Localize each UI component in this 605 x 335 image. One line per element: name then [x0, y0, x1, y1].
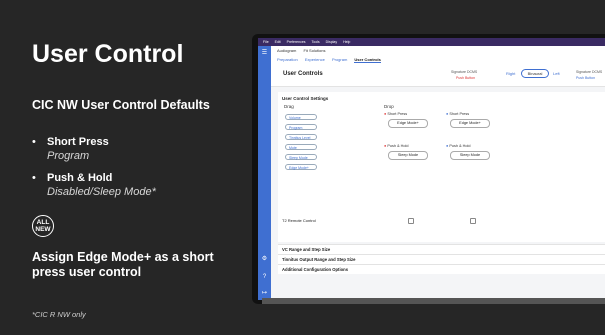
menu-item-edit[interactable]: Edit	[275, 40, 281, 44]
section-tinnitus-output-range[interactable]: Tinnitus Output Range and Step Size	[278, 254, 605, 264]
badge-line-1: ALL	[36, 219, 50, 226]
nav-preparation[interactable]: Preparation	[277, 57, 298, 62]
user-control-settings-panel: User Control Settings Drag Drop Volume P…	[278, 92, 605, 242]
slot-label: Push & Hold	[387, 144, 409, 148]
slide-title: User Control	[32, 40, 184, 68]
left-ear-label[interactable]: Left	[553, 71, 560, 76]
tab-fit-solutions[interactable]: Fit Solutions	[303, 48, 325, 53]
menu-item-display[interactable]: Display	[326, 40, 337, 44]
program-name-right: Signature DCMS	[451, 70, 478, 74]
program-name-left: Signature DCMS	[576, 70, 603, 74]
section-vc-range[interactable]: VC Range and Step Size	[278, 244, 605, 254]
binaural-toggle[interactable]: Binaural	[521, 69, 549, 78]
left-push-hold-select[interactable]: Sleep Mode	[450, 151, 490, 160]
right-push-hold-slot: ● Push & Hold	[384, 144, 408, 148]
right-marker-icon: ●	[384, 144, 387, 148]
help-icon[interactable]: ?	[261, 274, 268, 281]
slot-label: Short Press	[387, 112, 408, 116]
drag-chip-program[interactable]: Program	[285, 124, 317, 130]
left-push-hold-slot: ● Push & Hold	[446, 144, 470, 148]
nav-user-controls[interactable]: User Controls	[354, 57, 381, 63]
t2-right-checkbox[interactable]	[408, 218, 414, 224]
page-title: User Controls	[283, 71, 323, 77]
bullet-value: Disabled/Sleep Mode*	[47, 186, 156, 198]
drag-label: Drag	[284, 104, 294, 109]
app-menubar: File Edit Preferences Tools Display Help	[258, 38, 605, 46]
right-ear-label[interactable]: Right	[506, 71, 515, 76]
badge-line-2: NEW	[35, 226, 51, 233]
panel-title: User Control Settings	[282, 96, 329, 101]
laptop-screen: File Edit Preferences Tools Display Help…	[258, 38, 605, 300]
program-status-left: Push Button	[576, 76, 596, 80]
slot-label: Short Press	[449, 112, 470, 116]
bullet-label: Push & Hold	[47, 172, 113, 184]
menu-item-tools[interactable]: Tools	[312, 40, 320, 44]
bullet-label: Short Press	[47, 136, 109, 148]
drop-label: Drop	[384, 104, 394, 109]
right-short-press-slot: ● Short Press	[384, 112, 407, 116]
assign-edge-mode-text: Assign Edge Mode+ as a short press user …	[32, 250, 214, 279]
bullet-dot: •	[32, 136, 36, 148]
all-new-badge: ALL NEW	[32, 215, 54, 237]
nav-program[interactable]: Program	[332, 57, 347, 62]
menu-item-help[interactable]: Help	[343, 40, 350, 44]
menu-item-preferences[interactable]: Preferences	[287, 40, 306, 44]
left-short-press-slot: ● Short Press	[446, 112, 469, 116]
t2-remote-control-label: T2 Remote Control	[282, 218, 316, 223]
laptop-base	[262, 298, 605, 304]
slide-text-column: User Control CIC NW User Control Default…	[32, 0, 242, 335]
settings-icon[interactable]: ⚙	[261, 256, 268, 263]
program-status-right: Push Button	[456, 76, 476, 80]
drag-chip-volume[interactable]: Volume	[285, 114, 317, 120]
exit-icon[interactable]: ↦	[261, 290, 268, 297]
top-tab-row: Audiogram Fit Solutions	[271, 46, 605, 55]
bullet-dot: •	[32, 172, 36, 184]
drag-chip-tinnitus-level[interactable]: Tinnitus Level	[285, 134, 317, 140]
tab-audiogram[interactable]: Audiogram	[277, 48, 296, 53]
user-controls-header: User Controls Signature DCMS Push Button…	[271, 64, 605, 87]
footnote: *CIC R NW only	[32, 310, 86, 319]
app-sidebar: ☰ ⚙ ? ↦	[258, 46, 271, 300]
right-push-hold-select[interactable]: Sleep Mode	[388, 151, 428, 160]
bullet-value: Program	[47, 150, 90, 162]
menu-item-file[interactable]: File	[263, 40, 269, 44]
nav-experience[interactable]: Experience	[305, 57, 325, 62]
drag-chip-edge-mode[interactable]: Edge Mode+	[285, 164, 317, 170]
right-short-press-select[interactable]: Edge Mode+	[388, 119, 428, 128]
left-marker-icon: ●	[446, 144, 449, 148]
menu-icon[interactable]: ☰	[261, 50, 268, 57]
t2-left-checkbox[interactable]	[470, 218, 476, 224]
left-marker-icon: ●	[446, 112, 449, 116]
slot-label: Push & Hold	[449, 144, 471, 148]
section-additional-config[interactable]: Additional Configuration Options	[278, 264, 605, 274]
drag-chip-mute[interactable]: Mute	[285, 144, 317, 150]
right-marker-icon: ●	[384, 112, 387, 116]
slide-subtitle: CIC NW User Control Defaults	[32, 98, 210, 112]
drag-chip-sleep-mode[interactable]: Sleep Mode	[285, 154, 317, 160]
left-short-press-select[interactable]: Edge Mode+	[450, 119, 490, 128]
